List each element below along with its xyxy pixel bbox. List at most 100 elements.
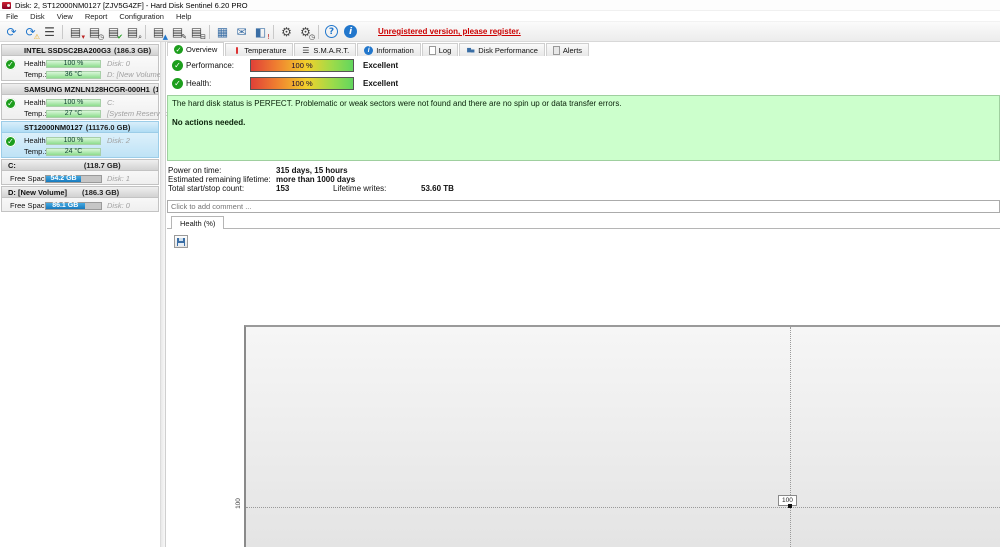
disk-search-icon[interactable]: ▤ ⌕ xyxy=(124,23,142,41)
tab-label: Log xyxy=(438,45,452,55)
menu-report[interactable]: Report xyxy=(79,12,114,21)
tab-label: Alerts xyxy=(562,45,583,55)
menu-help[interactable]: Help xyxy=(170,12,197,21)
health-bar: 100 % xyxy=(46,136,101,145)
health-bar: 100 % xyxy=(46,98,101,107)
unregistered-link[interactable]: Unregistered version, please register. xyxy=(378,27,521,36)
disk-ok-icon[interactable]: ▤ ✔ xyxy=(105,23,123,41)
thermometer-icon xyxy=(232,46,241,55)
free-space-label: Free Space xyxy=(10,174,49,183)
chart-tab-bar: Health (%) xyxy=(167,216,1000,229)
power-on-value: 315 days, 15 hours xyxy=(276,166,348,175)
toolbar-separator xyxy=(318,24,319,39)
tab-label: S.M.A.R.T. xyxy=(313,45,350,55)
temp-bar: 27 °C xyxy=(46,109,101,118)
y-axis-tick-label: 100 xyxy=(234,498,242,509)
detect-disks-icon[interactable]: ☰ xyxy=(41,23,58,40)
refresh-warning-icon[interactable]: ⟳ ⚠ xyxy=(22,23,40,41)
toolbar-separator xyxy=(209,24,210,39)
report-icon[interactable]: ▦ xyxy=(214,23,231,40)
comment-input[interactable] xyxy=(167,200,1000,213)
lifetime-value: more than 1000 days xyxy=(276,175,356,184)
chart-icon xyxy=(466,46,475,55)
check-icon: ✓ xyxy=(172,78,183,89)
disk-size: (119.2 GB) xyxy=(152,84,158,94)
performance-rating: Excellent xyxy=(363,61,399,70)
disk-print-icon[interactable]: ▤ ⊟ xyxy=(188,23,206,41)
vertical-gridline xyxy=(790,327,791,547)
tab-temperature[interactable]: Temperature xyxy=(225,43,294,56)
tab-information[interactable]: i Information xyxy=(357,43,421,56)
partition-entry-d[interactable]: D: [New Volume] (186.3 GB) Free Space 86… xyxy=(1,186,159,212)
info-icon: i xyxy=(364,45,374,55)
window-title: Disk: 2, ST12000NM0127 [ZJV5G4ZF] - Hard… xyxy=(15,0,248,10)
tab-log[interactable]: Log xyxy=(421,43,459,56)
startstop-value: 153 xyxy=(276,184,290,193)
tab-alerts[interactable]: Alerts xyxy=(545,43,590,56)
help-icon[interactable]: ? xyxy=(323,23,340,40)
info-icon[interactable]: i xyxy=(342,23,359,40)
tab-disk-performance[interactable]: Disk Performance xyxy=(459,43,545,56)
temp-label: Temp.: xyxy=(24,109,47,118)
tab-label: Information xyxy=(376,45,414,55)
disk-size: (11176.0 GB) xyxy=(85,122,131,132)
disk-entry-samsung[interactable]: SAMSUNG MZNLN128HCGR-000H1 (119.2 GB) Di… xyxy=(1,83,170,120)
temp-label: Temp.: xyxy=(24,70,47,79)
partition-name: D: [New Volume] xyxy=(8,187,68,197)
refresh-icon[interactable]: ⟳ xyxy=(3,23,20,40)
status-action-text: No actions needed. xyxy=(172,118,246,127)
health-label: Health: xyxy=(186,79,212,88)
disk-surface-icon[interactable]: ▤ ▲ xyxy=(150,23,168,41)
app-icon xyxy=(2,1,11,9)
status-message-box: The hard disk status is PERFECT. Problem… xyxy=(167,95,1000,161)
email-icon[interactable]: ✉ xyxy=(233,23,250,40)
toolbar-separator xyxy=(145,24,146,39)
toolbar: ⟳ ⟳ ⚠ ☰ ▤ ▾ ▤ ◷ ▤ ✔ ▤ ⌕ ▤ ▲ ▤ ✎ ▤ ⊟ ▦ ✉ ◧! ⚙ ⚙ ◷ … xyxy=(0,22,1000,42)
health-row: ✓ Health: 100 % Excellent xyxy=(167,77,1000,91)
performance-bar: 100 % xyxy=(250,59,354,72)
disk-sidebar: INTEL SSDSC2BA200G3 (186.3 GB) ✓ Health:… xyxy=(0,42,170,547)
disk-stats: Power on time: 315 days, 15 hours Estima… xyxy=(168,166,1000,193)
disk-standby-icon[interactable]: ▤ ◷ xyxy=(86,23,104,41)
disk-repair-icon[interactable]: ▤ ✎ xyxy=(169,23,187,41)
power-on-label: Power on time: xyxy=(168,166,222,175)
tab-bar: ✓Overview Temperature S.M.A.R.T. iInform… xyxy=(167,42,1000,56)
disk-name: SAMSUNG MZNLN128HCGR-000H1 xyxy=(24,84,150,94)
sidebar-splitter[interactable] xyxy=(160,42,166,547)
disk-number-label: Disk: 2 xyxy=(107,136,130,145)
free-space-value: 54.2 GB xyxy=(46,175,82,182)
partition-entry-c[interactable]: C: (118.7 GB) Free Space 54.2 GB Disk: 1 xyxy=(1,159,159,185)
disk-entry-header: SAMSUNG MZNLN128HCGR-000H1 (119.2 GB) Di… xyxy=(2,84,158,95)
check-icon: ✓ xyxy=(174,45,183,54)
partition-name: C: xyxy=(8,160,16,170)
health-rating: Excellent xyxy=(363,79,399,88)
menu-configuration[interactable]: Configuration xyxy=(113,12,170,21)
disk-entry-intel[interactable]: INTEL SSDSC2BA200G3 (186.3 GB) ✓ Health:… xyxy=(1,44,163,81)
disk-number-label: Disk: 1 xyxy=(107,174,130,183)
check-icon: ✓ xyxy=(172,60,183,71)
tab-smart[interactable]: S.M.A.R.T. xyxy=(294,43,357,56)
title-bar: Disk: 2, ST12000NM0127 [ZJV5G4ZF] - Hard… xyxy=(0,0,1000,11)
disk-size: (186.3 GB) xyxy=(113,45,152,55)
free-space-label: Free Space xyxy=(10,201,49,210)
menu-view[interactable]: View xyxy=(51,12,79,21)
network-alert-icon[interactable]: ◧! xyxy=(252,23,270,41)
disk-entry-seagate-selected[interactable]: ST12000NM0127 (11176.0 GB) ✓ Health: 100… xyxy=(1,121,159,158)
health-chart-area: Health (%) 100 100 xyxy=(167,216,1000,547)
health-label: Health: xyxy=(24,98,48,107)
save-chart-button[interactable] xyxy=(174,235,188,248)
performance-row: ✓ Performance: 100 % Excellent xyxy=(167,59,1000,73)
settings-icon[interactable]: ⚙ xyxy=(278,23,295,40)
lifetime-label: Estimated remaining lifetime: xyxy=(168,175,271,184)
health-label: Health: xyxy=(24,59,48,68)
tab-health-percent[interactable]: Health (%) xyxy=(171,216,225,229)
menu-file[interactable]: File xyxy=(0,12,24,21)
writes-label: Lifetime writes: xyxy=(333,184,387,193)
performance-label: Performance: xyxy=(186,61,235,70)
tab-overview[interactable]: ✓ Overview xyxy=(167,42,225,56)
scheduler-icon[interactable]: ⚙ ◷ xyxy=(297,23,315,41)
menu-disk[interactable]: Disk xyxy=(24,12,51,21)
toolbar-separator xyxy=(273,24,274,39)
disk-offline-icon[interactable]: ▤ ▾ xyxy=(67,23,85,41)
disk-number-label: Disk: 0 xyxy=(107,59,130,68)
